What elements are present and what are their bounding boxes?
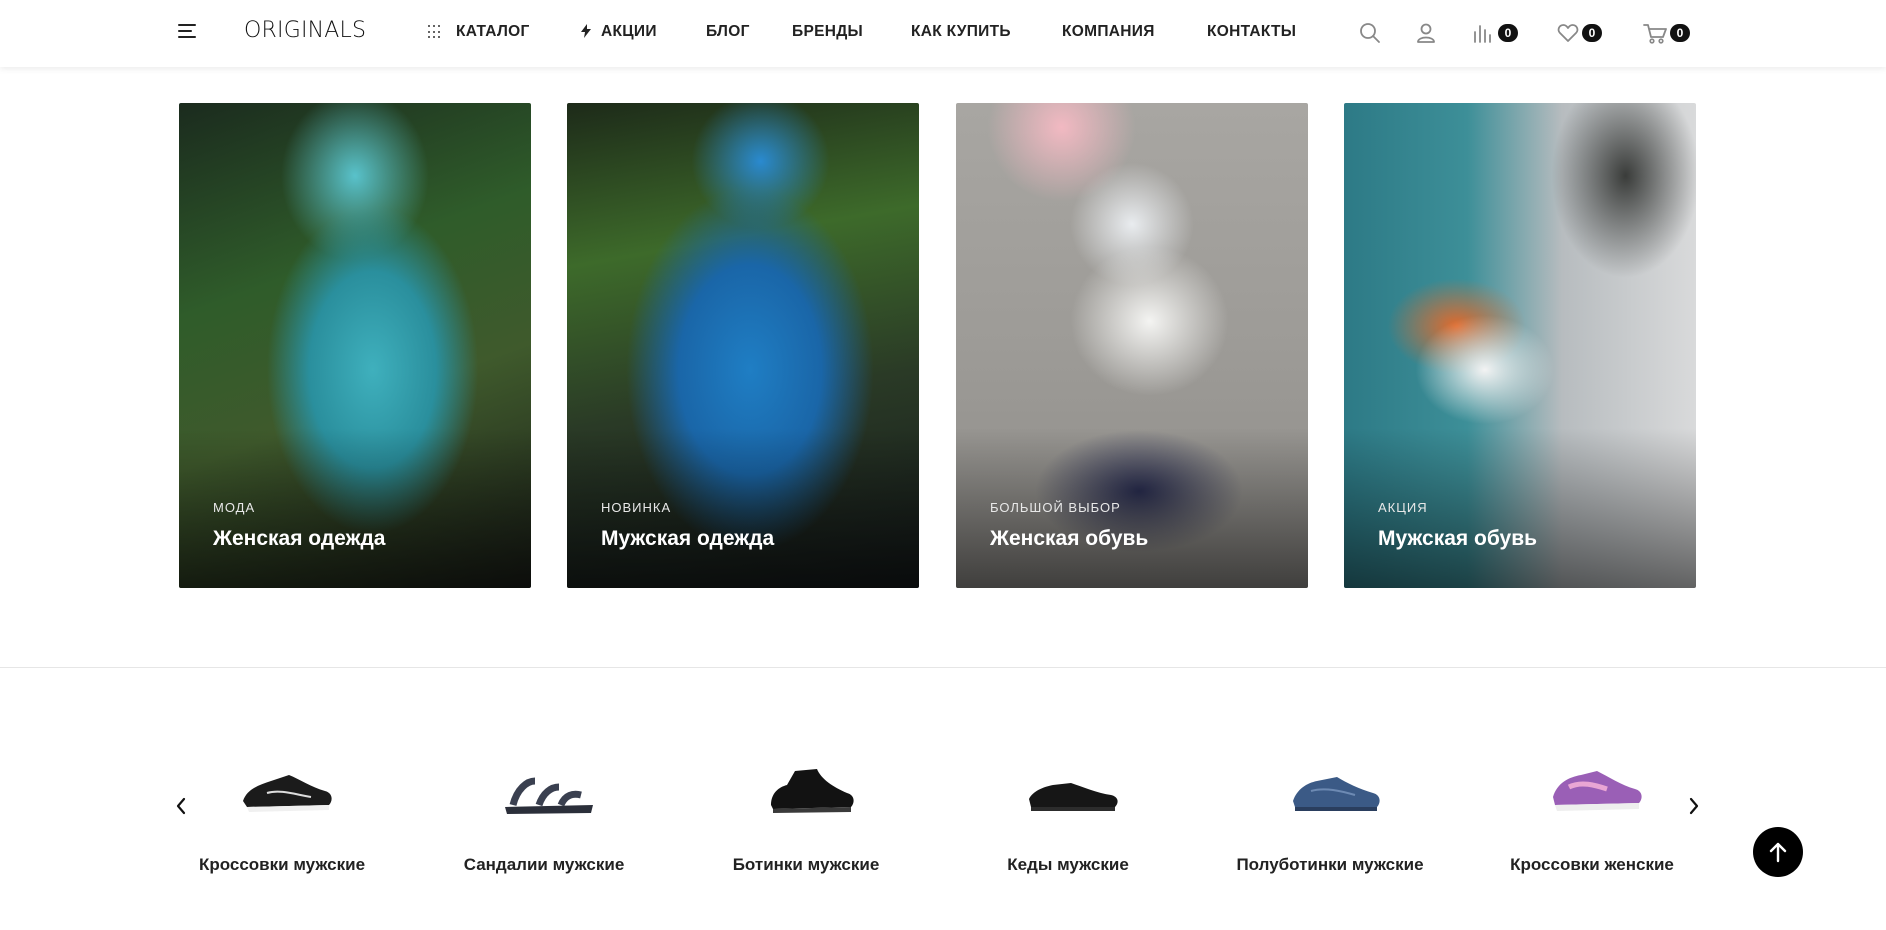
favorites-count-badge: 0 — [1582, 24, 1602, 42]
cart-button[interactable]: 0 — [1642, 20, 1690, 46]
search-button[interactable] — [1358, 20, 1382, 46]
nav-blog[interactable]: БЛОГ — [706, 23, 750, 41]
arrow-up-icon — [1769, 842, 1787, 863]
category-mens-sandals[interactable]: Сандалии мужские — [413, 735, 675, 885]
banner-tag: НОВИНКА — [601, 500, 672, 515]
compare-icon — [1474, 25, 1491, 43]
banner-tag: МОДА — [213, 500, 256, 515]
account-button[interactable] — [1414, 20, 1438, 46]
banner-title: Мужская одежда — [601, 527, 775, 550]
category-mens-low-boots[interactable]: Полуботинки мужские — [1199, 735, 1461, 885]
nav-sales-label: АКЦИИ — [601, 23, 657, 40]
nav-contacts[interactable]: КОНТАКТЫ — [1207, 23, 1296, 41]
search-icon — [1360, 23, 1380, 43]
nav-sales[interactable]: АКЦИИ — [581, 23, 657, 41]
heart-icon — [1557, 24, 1579, 42]
banner-womens-shoes[interactable]: БОЛЬШОЙ ВЫБОР Женская обувь — [956, 103, 1308, 588]
nav-company[interactable]: КОМПАНИЯ — [1062, 23, 1155, 41]
banner-mens-shoes[interactable]: АКЦИЯ Мужская обувь — [1344, 103, 1696, 588]
banner-womens-clothing[interactable]: МОДА Женская одежда — [179, 103, 531, 588]
banner-mens-clothing[interactable]: НОВИНКА Мужская одежда — [567, 103, 919, 588]
category-label: Ботинки мужские — [732, 855, 880, 874]
sandal-image — [505, 777, 593, 814]
site-logo[interactable]: ORIGINALS — [244, 18, 366, 43]
category-label: Кеды мужские — [1007, 855, 1129, 874]
nav-brands[interactable]: БРЕНДЫ — [792, 23, 863, 41]
sneaker-image — [1553, 771, 1642, 811]
site-header: ORIGINALS КАТАЛОГ АКЦИИ БЛОГ БРЕНДЫ КАК … — [0, 0, 1886, 67]
category-mens-sneakers[interactable]: Кроссовки мужские — [151, 735, 413, 885]
category-label: Кроссовки женские — [1510, 855, 1674, 874]
banner-title: Женская обувь — [990, 527, 1149, 550]
lightning-icon — [581, 23, 591, 41]
user-icon — [1417, 23, 1435, 43]
category-label: Кроссовки мужские — [198, 855, 366, 874]
scroll-to-top-button[interactable] — [1753, 827, 1803, 877]
category-label: Полуботинки мужские — [1236, 855, 1424, 874]
compare-count-badge: 0 — [1498, 24, 1518, 42]
sneaker-image — [243, 775, 332, 812]
nav-catalog-label: КАТАЛОГ — [456, 23, 530, 40]
banner-title: Женская одежда — [213, 527, 386, 550]
section-divider — [0, 667, 1886, 668]
category-label: Сандалии мужские — [463, 855, 625, 874]
category-mens-boots[interactable]: Ботинки мужские — [675, 735, 937, 885]
shoe-image — [1029, 783, 1118, 811]
category-womens-sneakers[interactable]: Кроссовки женские — [1461, 735, 1723, 885]
favorites-button[interactable]: 0 — [1556, 20, 1602, 46]
cart-count-badge: 0 — [1670, 24, 1690, 42]
shoe-image — [1293, 777, 1380, 811]
cart-icon — [1643, 24, 1667, 44]
nav-how-to-buy[interactable]: КАК КУПИТЬ — [911, 23, 1011, 41]
compare-button[interactable]: 0 — [1472, 20, 1518, 46]
nav-catalog[interactable]: КАТАЛОГ — [428, 23, 530, 41]
boot-image — [771, 769, 854, 813]
category-mens-sneakers-low[interactable]: Кеды мужские — [937, 735, 1199, 885]
menu-icon[interactable] — [178, 24, 198, 40]
grid-icon — [428, 25, 442, 39]
banner-title: Мужская обувь — [1378, 527, 1538, 550]
banner-tag: АКЦИЯ — [1378, 500, 1428, 515]
banner-tag: БОЛЬШОЙ ВЫБОР — [990, 500, 1121, 515]
